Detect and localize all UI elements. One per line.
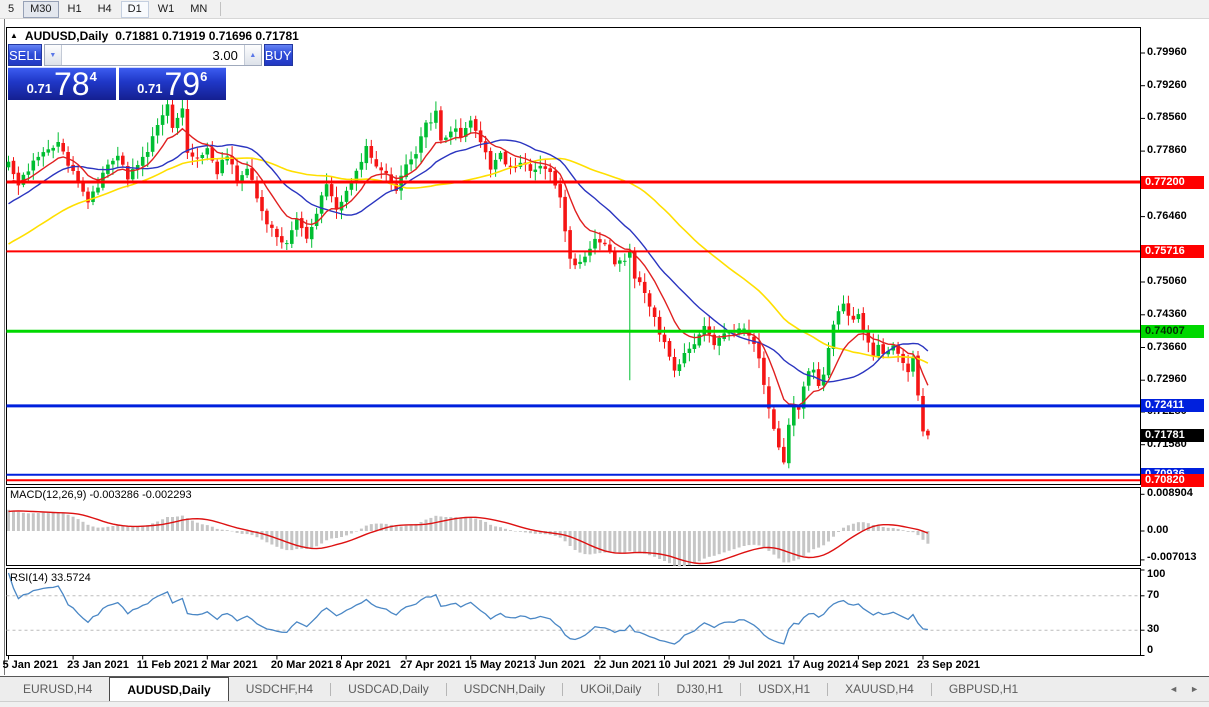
date-tick-label: 22 Jun 2021 (593, 659, 657, 671)
chart-tab-usdcnh-daily[interactable]: USDCNH,Daily (447, 677, 562, 701)
timeframe-toolbar: 5 M30 H1 H4 D1 W1 MN (0, 0, 1209, 19)
rsi-axis-label: 30 (1147, 623, 1160, 636)
buy-button[interactable]: BUY (263, 44, 293, 66)
collapse-panel-icon[interactable]: ▲ (10, 31, 18, 41)
timeframe-button-mn[interactable]: MN (183, 1, 214, 18)
sell-price-pipette: 4 (89, 69, 97, 84)
hline-price-label: 0.72411 (1141, 399, 1204, 413)
date-tick-label: 5 Jan 2021 (2, 659, 59, 671)
hline-price-label: 0.75716 (1141, 244, 1204, 258)
date-tick-label: 8 Apr 2021 (335, 659, 391, 671)
chart-tab-dj30-h1[interactable]: DJ30,H1 (659, 677, 740, 701)
chart-tab-xauusd-h4[interactable]: XAUUSD,H4 (828, 677, 931, 701)
chart-title-bar: ▲ AUDUSD,Daily 0.71881 0.71919 0.71696 0… (10, 29, 299, 43)
date-tick-label: 15 May 2021 (464, 659, 529, 671)
price-tick-label: 0.79960 (1147, 46, 1187, 58)
tabs-scroll-right-icon[interactable]: ► (1190, 684, 1199, 694)
chart-tab-usdx-h1[interactable]: USDX,H1 (741, 677, 827, 701)
rsi-indicator-label: RSI(14) 33.5724 (10, 572, 91, 584)
toolbar-separator (220, 2, 222, 16)
chart-plot[interactable] (0, 0, 1209, 707)
date-tick-label: 23 Sep 2021 (917, 659, 980, 671)
price-tick-label: 0.76460 (1147, 209, 1187, 222)
date-tick-label: 11 Feb 2021 (136, 659, 199, 671)
date-tick-label: 20 Mar 2021 (270, 659, 334, 671)
volume-increase-icon[interactable]: ▲ (243, 45, 261, 65)
macd-axis-label: 0.00 (1147, 524, 1169, 536)
timeframe-button-h4[interactable]: H4 (91, 1, 119, 18)
current-price-label: 0.71781 (1141, 428, 1204, 442)
chart-ohlc-values: 0.71881 0.71919 0.71696 0.71781 (115, 29, 299, 43)
chart-tab-usdchf-h4[interactable]: USDCHF,H4 (229, 677, 330, 701)
chart-tab-ukoil-daily[interactable]: UKOil,Daily (563, 677, 658, 701)
price-tick-label: 0.73660 (1147, 340, 1187, 353)
macd-axis-label: -0.007013 (1147, 551, 1197, 563)
sell-price-prefix: 0.71 (26, 81, 52, 96)
sell-price-big: 78 (53, 66, 90, 102)
hline-price-label: 0.77200 (1141, 175, 1204, 189)
date-tick-label: 4 Sep 2021 (852, 659, 910, 671)
date-tick-label: 27 Apr 2021 (400, 659, 462, 671)
price-tick-label: 0.75060 (1147, 275, 1187, 287)
timeframe-button-h1[interactable]: H1 (61, 1, 89, 18)
macd-axis-label: 0.008904 (1147, 487, 1193, 500)
tabs-scroll-left-icon[interactable]: ◄ (1169, 684, 1178, 694)
sell-price-box[interactable]: 0.71 78 4 (8, 67, 116, 100)
volume-decrease-icon[interactable]: ▼ (44, 45, 62, 65)
sell-button[interactable]: SELL (8, 44, 42, 66)
symbol-tab-bar: EURUSD,H4 AUDUSD,Daily USDCHF,H4 USDCAD,Dai… (0, 676, 1209, 701)
rsi-axis-label: 70 (1147, 588, 1160, 601)
hline-price-label: 0.74007 (1141, 324, 1204, 338)
price-tick-label: 0.78560 (1147, 111, 1187, 124)
hline-price-label: 0.70820 (1141, 473, 1204, 487)
price-tick-label: 0.72960 (1147, 373, 1187, 386)
timeframe-button-d1[interactable]: D1 (120, 0, 149, 18)
buy-price-pipette: 6 (200, 69, 208, 84)
timeframe-button-m30[interactable]: M30 (23, 0, 59, 18)
date-tick-label: 10 Jul 2021 (658, 659, 718, 671)
terminal-window: 5 M30 H1 H4 D1 W1 MN ▲ AUDUSD,Daily 0.71881 0.… (0, 0, 1209, 707)
chart-tab-gbpusd-h1[interactable]: GBPUSD,H1 (932, 677, 1035, 701)
rsi-axis-label: 0 (1147, 644, 1154, 656)
chart-tab-usdcad-daily[interactable]: USDCAD,Daily (331, 677, 446, 701)
price-tick-label: 0.74360 (1147, 307, 1187, 320)
status-bar (0, 701, 1209, 707)
one-click-trading-panel: SELL ▼ ▲ BUY 0.71 78 4 0.71 79 6 (8, 44, 293, 102)
date-tick-label: 29 Jul 2021 (723, 659, 782, 671)
buy-price-prefix: 0.71 (137, 81, 163, 96)
macd-indicator-label: MACD(12,26,9) -0.003286 -0.002293 (10, 489, 192, 501)
chart-tab-audusd-daily[interactable]: AUDUSD,Daily (109, 677, 229, 701)
volume-spinner: ▼ ▲ (43, 44, 262, 66)
buy-price-big: 79 (164, 66, 201, 102)
price-tick-label: 0.79260 (1147, 78, 1187, 91)
rsi-axis-label: 100 (1147, 568, 1166, 580)
volume-input[interactable] (61, 45, 244, 65)
timeframe-button-5[interactable]: 5 (1, 1, 21, 18)
date-tick-label: 17 Aug 2021 (787, 659, 852, 671)
price-tick-label: 0.77860 (1147, 144, 1187, 157)
date-tick-label: 3 Jun 2021 (529, 659, 586, 671)
date-tick-label: 2 Mar 2021 (201, 659, 258, 671)
chart-tab-eurusd-h4[interactable]: EURUSD,H4 (6, 677, 109, 701)
buy-price-box[interactable]: 0.71 79 6 (118, 66, 226, 102)
date-tick-label: 23 Jan 2021 (67, 659, 129, 671)
chart-symbol-title: AUDUSD,Daily (24, 29, 109, 43)
timeframe-button-w1[interactable]: W1 (151, 1, 182, 18)
